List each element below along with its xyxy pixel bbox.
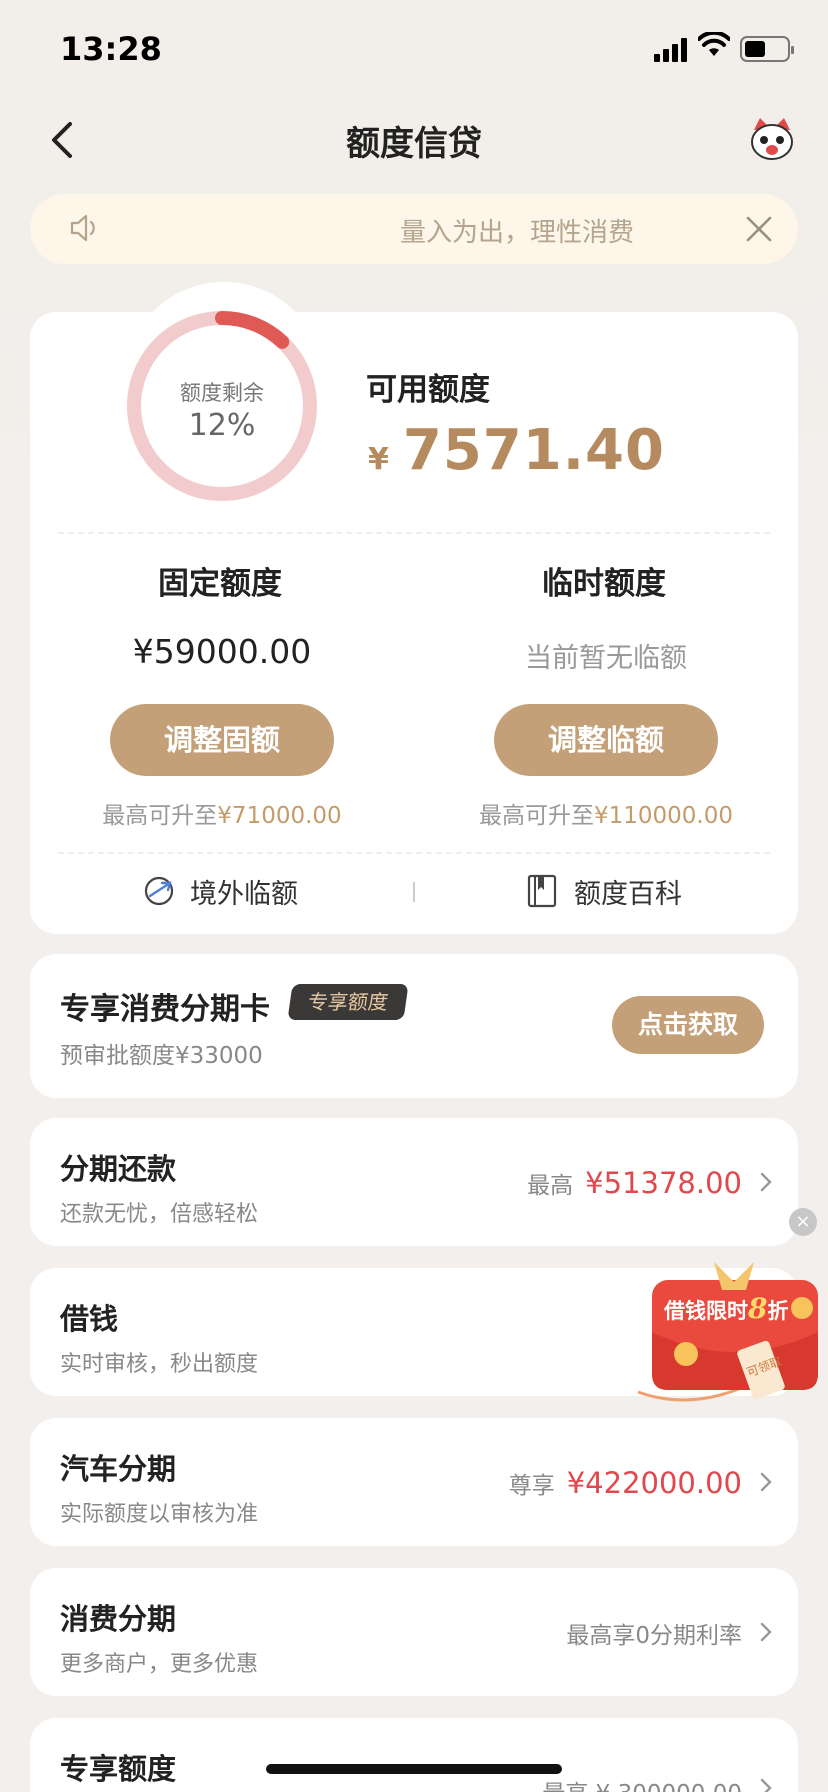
remaining-label: 额度剩余: [180, 381, 264, 405]
navigation-bar: 额度信贷: [0, 96, 828, 184]
divider: [58, 532, 770, 534]
notice-banner[interactable]: 量入为出，理性消费: [30, 194, 798, 264]
plane-globe-icon[interactable]: [142, 874, 176, 908]
row-value: 尊享 ¥422000.00: [509, 1466, 742, 1500]
row-prefix: 最高: [527, 1173, 574, 1199]
row-title: 消费分期: [60, 1602, 177, 1636]
wifi-icon: [698, 32, 730, 56]
list-item-exclusive-quota[interactable]: 专享额度 最高 ¥ 300000.00: [30, 1718, 798, 1792]
row-title: 分期还款: [60, 1152, 177, 1186]
temp-value: 当前暂无临额: [525, 643, 687, 674]
row-sub: 实时审核，秒出额度: [60, 1352, 259, 1377]
exclusive-card: 专享消费分期卡 专享额度 预审批额度¥33000 点击获取: [30, 954, 798, 1098]
page-title: 额度信贷: [346, 124, 482, 164]
promo-text: 借钱限时8折: [664, 1292, 804, 1325]
promo-close-button[interactable]: ×: [789, 1208, 817, 1236]
temp-title: 临时额度: [542, 566, 666, 602]
overseas-temp-link[interactable]: 境外临额: [190, 872, 298, 911]
exclusive-sub: 预审批额度¥33000: [60, 1043, 263, 1069]
credit-links: 境外临额 额度百科: [30, 862, 798, 922]
temp-max: 最高可升至¥110000.00: [426, 796, 786, 830]
temp-max-prefix: 最高可升至: [478, 803, 594, 829]
row-sub: 实际额度以审核为准: [60, 1502, 259, 1527]
fixed-max-prefix: 最高可升至: [102, 803, 218, 829]
row-plain: 最高享0分期利率: [566, 1623, 742, 1649]
temp-max-value: ¥110000.00: [593, 803, 733, 829]
row-value: 最高享0分期利率: [566, 1616, 742, 1650]
available-amount: ¥7571.40: [368, 418, 665, 483]
row-title: 借钱: [60, 1302, 119, 1336]
list-item-installment-repay[interactable]: 分期还款 还款无忧，倍感轻松 最高 ¥51378.00: [30, 1118, 798, 1246]
speaker-icon: [70, 214, 95, 242]
promo-line2: 折: [767, 1298, 789, 1323]
fixed-value: ¥59000.00: [132, 632, 312, 671]
exclusive-title: 专享消费分期卡: [60, 992, 270, 1027]
remaining-percent: 12%: [188, 408, 256, 443]
fixed-max-value: ¥71000.00: [217, 803, 342, 829]
close-icon[interactable]: [744, 214, 774, 244]
divider: [58, 852, 770, 854]
fixed-title: 固定额度: [158, 566, 282, 602]
list-item-car-installment[interactable]: 汽车分期 实际额度以审核为准 尊享 ¥422000.00: [30, 1418, 798, 1546]
row-amount: ¥422000.00: [566, 1466, 742, 1500]
promo-big: 8: [748, 1292, 768, 1325]
link-separator: [413, 882, 415, 902]
row-title: 汽车分期: [60, 1452, 177, 1486]
list-item-consumer-installment[interactable]: 消费分期 更多商户，更多优惠 最高享0分期利率: [30, 1568, 798, 1696]
credit-wiki-link[interactable]: 额度百科: [574, 872, 682, 911]
fixed-max: 最高可升至¥71000.00: [42, 796, 402, 830]
status-time: 13:28: [60, 30, 162, 68]
chevron-right-icon: [760, 1172, 772, 1192]
available-label: 可用额度: [366, 372, 490, 408]
row-value: 最高 ¥51378.00: [527, 1166, 742, 1200]
promo-line1: 借钱限时: [664, 1298, 748, 1323]
row-sub: 还款无忧，倍感轻松: [60, 1202, 259, 1227]
row-plain: 最高 ¥ 300000.00: [542, 1781, 742, 1792]
borrow-discount-promo[interactable]: 借钱限时8折 可领取: [634, 1262, 828, 1418]
row-prefix: 尊享: [508, 1473, 555, 1499]
available-currency: ¥: [368, 442, 389, 477]
chevron-right-icon: [760, 1778, 772, 1792]
adjust-fixed-button[interactable]: 调整固额: [110, 704, 334, 776]
chevron-right-icon: [760, 1472, 772, 1492]
battery-icon: [740, 36, 794, 62]
row-value: 最高 ¥ 300000.00: [542, 1774, 742, 1792]
row-sub: 更多商户，更多优惠: [60, 1652, 259, 1677]
exclusive-badge: 专享额度: [287, 984, 409, 1020]
chevron-right-icon: [760, 1622, 772, 1642]
cat-mascot-icon[interactable]: [748, 116, 796, 164]
red-envelope-icon: [637, 1262, 818, 1402]
status-bar: 13:28: [0, 0, 828, 96]
notice-text: 量入为出，理性消费: [400, 218, 635, 248]
row-title: 专享额度: [60, 1752, 177, 1786]
book-icon[interactable]: [526, 874, 558, 908]
available-value: 7571.40: [402, 418, 665, 483]
row-amount: ¥51378.00: [585, 1166, 742, 1200]
adjust-temp-button[interactable]: 调整临额: [494, 704, 718, 776]
home-indicator[interactable]: [266, 1764, 562, 1774]
signal-icon: [654, 38, 688, 62]
get-card-button[interactable]: 点击获取: [612, 996, 764, 1054]
